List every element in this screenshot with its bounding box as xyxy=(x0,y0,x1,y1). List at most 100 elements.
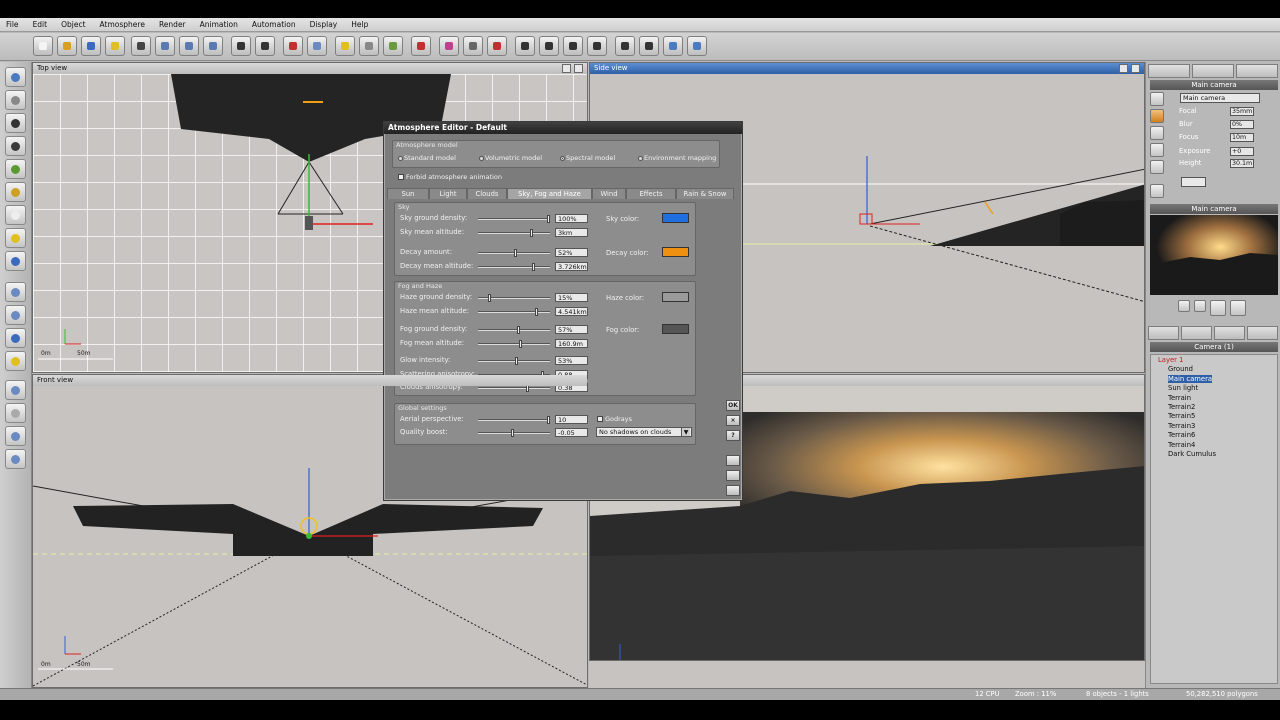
clapper-icon[interactable] xyxy=(639,36,659,56)
camera-prop-field[interactable]: 30.1m xyxy=(1230,159,1254,168)
param-slider[interactable] xyxy=(478,229,550,237)
godrays-checkbox[interactable]: Godrays xyxy=(597,415,632,423)
library-tab-icon[interactable] xyxy=(1214,326,1245,340)
focus-icon[interactable] xyxy=(1150,143,1164,157)
cut-icon[interactable] xyxy=(131,36,151,56)
undo-icon[interactable] xyxy=(231,36,251,56)
cancel-button[interactable]: × xyxy=(726,415,740,426)
param-value-field[interactable]: 160.9m xyxy=(555,339,588,348)
zoom-fit-icon[interactable] xyxy=(515,36,535,56)
tree-item[interactable]: Layer 1 xyxy=(1158,356,1183,364)
sphere-icon[interactable] xyxy=(5,403,26,423)
tab-sky-fog-haze[interactable]: Sky, Fog and Haze xyxy=(507,188,592,199)
param-slider[interactable] xyxy=(478,340,550,348)
tab-effects[interactable]: Effects xyxy=(626,188,676,199)
param-value-field[interactable]: 53% xyxy=(555,356,588,365)
param-slider[interactable] xyxy=(478,249,550,257)
select-icon[interactable] xyxy=(587,36,607,56)
forbid-animation-checkbox[interactable]: Forbid atmosphere animation xyxy=(398,173,502,181)
new-file-icon[interactable] xyxy=(33,36,53,56)
slider-handle[interactable] xyxy=(530,229,533,237)
param-value-field[interactable]: 52% xyxy=(555,248,588,257)
param-slider[interactable] xyxy=(478,357,550,365)
cloud-icon[interactable] xyxy=(5,205,26,225)
environment-mapping-radio[interactable]: Environment mapping xyxy=(638,154,716,162)
brush-tab-icon[interactable] xyxy=(1148,64,1190,78)
tab-sun[interactable]: Sun xyxy=(387,188,429,199)
param-value-field[interactable]: 57% xyxy=(555,325,588,334)
tree-item[interactable]: Terrain6 xyxy=(1168,431,1195,439)
tree-item[interactable]: Dark Cumulus xyxy=(1168,450,1216,458)
volumetric-model-radio[interactable]: Volumetric model xyxy=(479,154,542,162)
param-value-field[interactable]: 100% xyxy=(555,214,588,223)
sun-icon[interactable] xyxy=(5,228,26,248)
zoom-out-icon[interactable] xyxy=(563,36,583,56)
plant-icon[interactable] xyxy=(5,159,26,179)
preview-quality-icon[interactable] xyxy=(1210,300,1226,316)
film-icon[interactable] xyxy=(615,36,635,56)
param-slider[interactable] xyxy=(478,308,550,316)
palette-tab-icon[interactable] xyxy=(1236,64,1278,78)
mountain-icon[interactable] xyxy=(5,136,26,156)
wizard-icon[interactable] xyxy=(105,36,125,56)
ok-button[interactable]: OK xyxy=(726,400,740,411)
camera-list-icon[interactable] xyxy=(1150,92,1164,106)
menu-object[interactable]: Object xyxy=(61,20,85,29)
tree-item[interactable]: Ground xyxy=(1168,365,1193,373)
slider-handle[interactable] xyxy=(532,263,535,271)
param-slider[interactable] xyxy=(478,215,550,223)
camera-prop-field[interactable]: 35mm xyxy=(1230,107,1254,116)
slider-handle[interactable] xyxy=(511,429,514,437)
link-icon[interactable] xyxy=(5,426,26,446)
atmosphere-icon[interactable] xyxy=(335,36,355,56)
spectral-model-radio[interactable]: Spectral model xyxy=(560,154,615,162)
rotate-icon[interactable] xyxy=(307,36,327,56)
slider-handle[interactable] xyxy=(547,215,550,223)
param-slider[interactable] xyxy=(478,429,550,437)
slider-handle[interactable] xyxy=(535,308,538,316)
camera-icon[interactable] xyxy=(5,449,26,469)
tab-rain-snow[interactable]: Rain & Snow xyxy=(676,188,734,199)
target-icon[interactable] xyxy=(1150,109,1164,123)
menu-file[interactable]: File xyxy=(6,20,19,29)
links-tab-icon[interactable] xyxy=(1247,326,1278,340)
decay-color-swatch[interactable] xyxy=(662,247,689,257)
param-value-field[interactable]: 4.541km xyxy=(555,307,588,316)
graph-icon[interactable] xyxy=(1150,184,1164,198)
copy-icon[interactable] xyxy=(155,36,175,56)
camera-prop-field[interactable]: 10m xyxy=(1230,133,1254,142)
close-icon[interactable] xyxy=(574,64,583,73)
cameras-icon[interactable] xyxy=(687,36,707,56)
menu-automation[interactable]: Automation xyxy=(252,20,296,29)
camera-settings-icon[interactable] xyxy=(1150,126,1164,140)
standard-model-radio[interactable]: Standard model xyxy=(398,154,456,162)
metablob-icon[interactable] xyxy=(5,305,26,325)
tab-light[interactable]: Light xyxy=(429,188,467,199)
menu-display[interactable]: Display xyxy=(310,20,338,29)
cube-icon[interactable] xyxy=(5,90,26,110)
preview-options-icon[interactable] xyxy=(1230,300,1246,316)
mirror-icon[interactable] xyxy=(487,36,507,56)
param-slider[interactable] xyxy=(478,263,550,271)
ruler-tab-icon[interactable] xyxy=(1192,64,1234,78)
group-icon[interactable] xyxy=(5,282,26,302)
slider-handle[interactable] xyxy=(514,249,517,257)
exposure-icon[interactable] xyxy=(1150,160,1164,174)
sky-color-swatch[interactable] xyxy=(662,213,689,223)
maximize-icon[interactable] xyxy=(562,64,571,73)
menu-animation[interactable]: Animation xyxy=(200,20,238,29)
cloud-shadows-select[interactable]: No shadows on clouds ▼ xyxy=(596,427,692,437)
light-icon[interactable] xyxy=(5,182,26,202)
slider-handle[interactable] xyxy=(515,357,518,365)
gear-icon[interactable] xyxy=(5,380,26,400)
param-value-field[interactable]: -0.05 xyxy=(555,428,588,437)
tab-wind[interactable]: Wind xyxy=(592,188,626,199)
tree-item[interactable]: Terrain4 xyxy=(1168,441,1195,449)
menu-render[interactable]: Render xyxy=(159,20,186,29)
open-folder-icon[interactable] xyxy=(57,36,77,56)
camera-prop-field[interactable]: +0 xyxy=(1230,147,1254,156)
ecosystem-icon[interactable] xyxy=(5,351,26,371)
render-icon[interactable] xyxy=(439,36,459,56)
help-button[interactable]: ? xyxy=(726,430,740,441)
param-slider[interactable] xyxy=(478,294,550,302)
